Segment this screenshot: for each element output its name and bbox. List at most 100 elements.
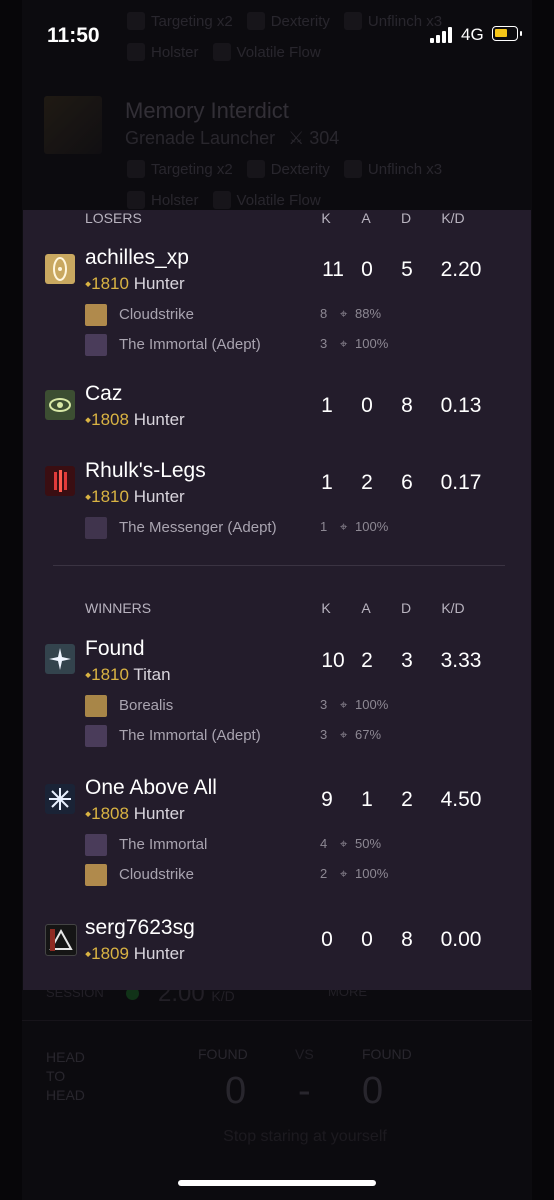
weapon-icon <box>85 864 107 886</box>
weapon-icon <box>85 725 107 747</box>
weapon-name: The Immortal (Adept) <box>119 336 261 353</box>
weapon-row: The Immortal (Adept) 3 ⌖ 100% <box>85 334 515 358</box>
player-power-class: ⬩1808 Hunter <box>85 410 185 430</box>
weapon-name: The Messenger (Adept) <box>119 519 277 536</box>
losers-header: LOSERS K A D K/D <box>23 210 531 230</box>
weapon-accuracy: 50% <box>355 836 382 851</box>
player-kd: 0.00 <box>440 928 482 951</box>
weapon-name: Cloudstrike <box>119 866 195 883</box>
weapon-accuracy: 100% <box>355 697 389 712</box>
col-kd: K/D <box>441 600 465 616</box>
accuracy-icon: ⌖ <box>340 836 348 851</box>
player-class: Titan <box>133 665 171 684</box>
weapon-accuracy: 67% <box>355 727 382 742</box>
weapon-accuracy: 100% <box>355 866 389 881</box>
weapon-accuracy: 88% <box>355 306 382 321</box>
col-deaths: D <box>400 600 412 616</box>
player-kd: 4.50 <box>440 788 482 811</box>
player-deaths: 3 <box>401 649 413 672</box>
player-deaths: 8 <box>401 928 413 951</box>
player-name: One Above All <box>85 776 217 799</box>
player-kd: 0.17 <box>440 471 482 494</box>
player-assists: 2 <box>361 471 373 494</box>
player-power-class: ⬩1810 Titan <box>85 665 171 685</box>
player-kd: 2.20 <box>440 258 482 281</box>
player-kills: 1 <box>321 471 333 494</box>
weapon-kills: 8 <box>320 306 328 321</box>
winners-header: WINNERS K A D K/D <box>23 600 531 620</box>
weapon-row: The Immortal (Adept) 3 ⌖ 67% <box>85 725 515 749</box>
player-power: 1808 <box>91 804 129 823</box>
col-assists: A <box>361 600 371 616</box>
weapon-icon <box>85 304 107 326</box>
weapon-kills: 3 <box>320 727 328 742</box>
red-emblem-icon <box>45 466 75 496</box>
player-class: Hunter <box>133 487 185 506</box>
weapon-accuracy: 100% <box>355 519 389 534</box>
weapon-icon <box>85 834 107 856</box>
weapon-kills: 3 <box>320 697 328 712</box>
player-kills: 1 <box>321 394 333 417</box>
player-deaths: 8 <box>401 394 413 417</box>
player-power: 1810 <box>91 665 129 684</box>
player-kills: 9 <box>321 788 333 811</box>
match-details-panel: LOSERS K A D K/D achilles_xp ⬩1810 Hunte… <box>23 210 531 990</box>
weapon-row: The Messenger (Adept) 1 ⌖ 100% <box>85 517 515 541</box>
weapon-name: The Immortal (Adept) <box>119 727 261 744</box>
col-kd: K/D <box>441 210 465 226</box>
player-power-class: ⬩1808 Hunter <box>85 804 185 824</box>
player-power-class: ⬩1810 Hunter <box>85 487 185 507</box>
eye-emblem-icon <box>45 390 75 420</box>
player-class: Hunter <box>133 804 185 823</box>
network-type: 4G <box>461 25 484 44</box>
accuracy-icon: ⌖ <box>340 727 348 742</box>
weapon-icon <box>85 695 107 717</box>
player-assists: 0 <box>361 928 373 951</box>
player-power: 1809 <box>91 944 129 963</box>
player-power-class: ⬩1809 Hunter <box>85 944 185 964</box>
burst-emblem-icon <box>45 784 75 814</box>
accuracy-icon: ⌖ <box>340 697 348 712</box>
player-assists: 0 <box>361 394 373 417</box>
signal-icon <box>430 27 456 43</box>
col-kills: K <box>321 600 331 616</box>
player-power-class: ⬩1810 Hunter <box>85 274 185 294</box>
col-assists: A <box>361 210 371 226</box>
winners-label: WINNERS <box>85 600 152 616</box>
star-emblem-icon <box>45 644 75 674</box>
weapon-row: The Immortal 4 ⌖ 50% <box>85 834 515 858</box>
accuracy-icon: ⌖ <box>340 336 348 351</box>
divider <box>53 565 505 566</box>
accuracy-icon: ⌖ <box>340 866 348 881</box>
col-deaths: D <box>400 210 412 226</box>
hunter-emblem-icon <box>45 254 75 284</box>
clock: 11:50 <box>47 24 100 47</box>
weapon-accuracy: 100% <box>355 336 389 351</box>
player-class: Hunter <box>133 410 185 429</box>
weapon-icon <box>85 517 107 539</box>
player-deaths: 2 <box>401 788 413 811</box>
player-assists: 0 <box>361 258 373 281</box>
player-name: Rhulk's-Legs <box>85 459 206 482</box>
player-power: 1808 <box>91 410 129 429</box>
player-kills: 0 <box>321 928 333 951</box>
weapon-name: The Immortal <box>119 836 208 853</box>
player-power: 1810 <box>91 487 129 506</box>
player-name: Caz <box>85 382 123 405</box>
weapon-name: Cloudstrike <box>119 306 195 323</box>
player-class: Hunter <box>133 274 185 293</box>
weapon-kills: 1 <box>320 519 328 534</box>
triangle-emblem-icon <box>45 924 77 956</box>
weapon-kills: 2 <box>320 866 328 881</box>
player-name: serg7623sg <box>85 916 195 939</box>
player-deaths: 6 <box>401 471 413 494</box>
screen: Targeting x2 Dexterity Unflinch x3 Holst… <box>0 0 554 1200</box>
home-indicator[interactable] <box>178 1180 376 1186</box>
losers-label: LOSERS <box>85 210 142 226</box>
player-class: Hunter <box>133 944 185 963</box>
player-name: achilles_xp <box>85 246 189 269</box>
weapon-kills: 3 <box>320 336 328 351</box>
status-bar: 11:50 4G <box>0 0 554 70</box>
player-kd: 0.13 <box>440 394 482 417</box>
player-name: Found <box>85 637 145 660</box>
